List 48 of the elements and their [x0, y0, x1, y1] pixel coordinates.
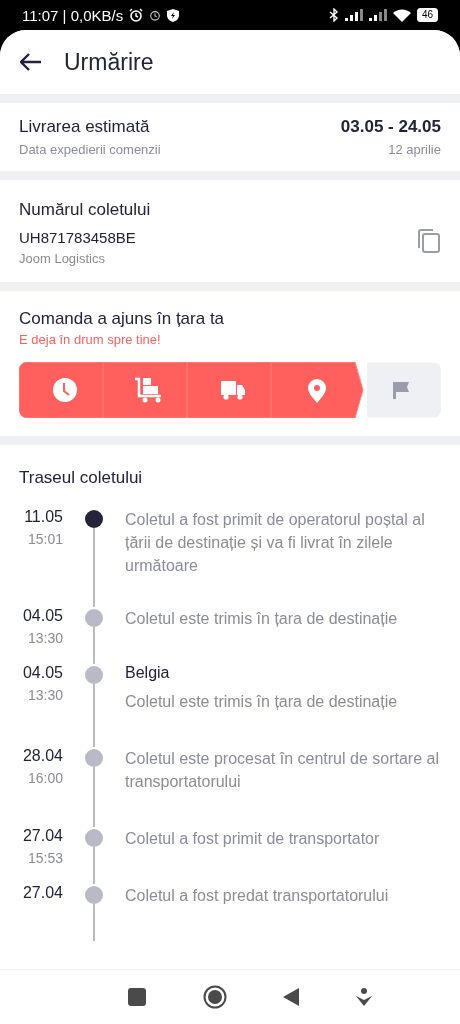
status-title: Comanda a ajuns în țara ta — [19, 309, 226, 329]
event-time: 15:01 — [27, 531, 63, 547]
home-icon[interactable] — [202, 985, 227, 1009]
event-date: 28.04 — [22, 747, 63, 765]
clock-icon — [53, 378, 77, 402]
event-description: Coletul este trimis în țara de destinație — [125, 692, 399, 712]
cart-icon — [135, 377, 161, 403]
alarm-icon — [149, 9, 162, 21]
delivery-range: 03.05 - 24.05 — [340, 117, 441, 137]
route-title: Traseul coletului — [19, 468, 144, 488]
copy-button[interactable] — [417, 228, 441, 254]
ship-date: 12 aprilie — [388, 142, 441, 157]
shield-icon — [167, 8, 180, 22]
event-description: Coletul este trimis în țara de destinație — [125, 609, 399, 629]
event-date: 04.05 — [22, 664, 63, 682]
flag-icon — [393, 382, 409, 399]
tracking-number: UH871783458BE — [19, 229, 137, 246]
alarm-icon — [129, 8, 144, 22]
event-description: Coletul a fost predat transportatorului — [125, 886, 390, 906]
status-time: 11:07 | 0,0KB/s — [22, 6, 124, 24]
event-description: Coletul a fost primit de transportator — [125, 829, 381, 849]
event-date: 27.04 — [22, 884, 63, 902]
wifi-icon — [392, 8, 411, 22]
carrier-name: Joom Logistics — [19, 251, 106, 266]
back-nav-icon[interactable] — [283, 988, 300, 1006]
event-description: Coletul este procesat în centrul de sortare al transportatorului — [125, 749, 440, 792]
status-subtitle: E deja în drum spre tine! — [19, 332, 162, 347]
event-time: 13:30 — [27, 630, 63, 646]
recent-apps-icon[interactable] — [128, 988, 147, 1006]
signal-icon — [368, 9, 387, 21]
assistant-icon[interactable] — [355, 988, 372, 1006]
event-location: Belgia — [125, 664, 171, 682]
truck-icon — [221, 381, 245, 400]
event-description: Coletul a fost primit de operatorul poștal al țării de destinație și va fi livrat în zilele următoare — [125, 510, 426, 576]
event-time: 15:53 — [27, 850, 63, 866]
parcel-label: Numărul coletului — [19, 200, 151, 220]
bluetooth-icon — [328, 8, 339, 22]
delivery-label: Livrarea estimată — [19, 117, 151, 137]
location-pin-icon — [308, 379, 326, 403]
battery-indicator: 46 — [416, 8, 438, 22]
event-date: 04.05 — [22, 607, 63, 625]
event-date: 11.05 — [24, 508, 63, 526]
event-time: 16:00 — [27, 770, 63, 786]
event-date: 27.04 — [22, 827, 63, 845]
delivery-sublabel: Data expedierii comenzii — [19, 142, 161, 157]
event-time: 13:30 — [27, 687, 63, 703]
page-title: Urmărire — [64, 48, 154, 76]
signal-icon — [344, 9, 363, 21]
